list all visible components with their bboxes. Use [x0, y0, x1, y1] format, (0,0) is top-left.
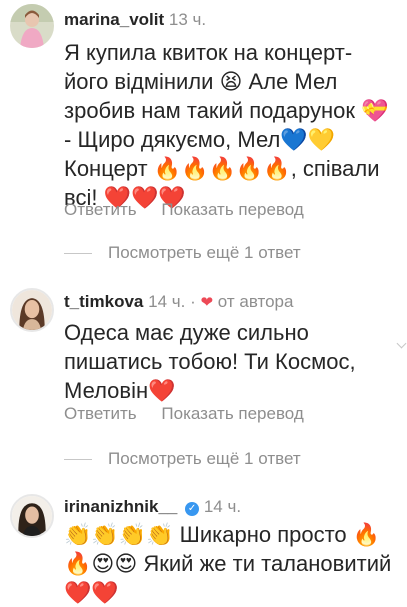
avatar[interactable] — [10, 494, 54, 538]
username[interactable]: t_timkova — [64, 292, 143, 311]
username[interactable]: irinanizhnik__ — [64, 497, 177, 516]
replies-divider — [64, 252, 92, 254]
avatar-photo-icon — [12, 496, 52, 536]
author-liked-label: от автора — [217, 292, 294, 311]
avatar-photo-icon — [10, 4, 54, 48]
comment-text: Одеса має дуже сильно пишатись тобою! Ти… — [64, 320, 356, 403]
comment-actions: Ответить Показать перевод — [64, 200, 324, 220]
timestamp: 14 ч. — [203, 497, 242, 516]
translate-button[interactable]: Показать перевод — [161, 404, 303, 423]
comment-header: irinanizhnik__ ✓ 14 ч. — [64, 497, 241, 517]
comment-header: t_timkova 14 ч. · ❤ от автора — [64, 292, 293, 313]
username[interactable]: marina_volit — [64, 10, 164, 29]
timestamp: 14 ч. — [148, 292, 186, 311]
timestamp: 13 ч. — [168, 10, 207, 29]
view-replies-label: Посмотреть ещё 1 ответ — [108, 243, 301, 262]
comment-actions: Ответить Показать перевод — [64, 404, 324, 424]
view-replies-label: Посмотреть ещё 1 ответ — [108, 449, 301, 468]
separator-dot: · — [190, 292, 196, 311]
verified-badge-icon: ✓ — [185, 502, 200, 516]
reply-button[interactable]: Ответить — [64, 404, 137, 423]
comment-text: Я купила квиток на концерт- його відміни… — [64, 40, 389, 210]
avatar-photo-icon — [12, 290, 52, 330]
chevron-icon — [396, 338, 407, 349]
replies-divider — [64, 458, 92, 460]
comment-text: 👏👏👏👏 Шикарно просто 🔥🔥😍😍 Який же ти тала… — [64, 522, 392, 605]
comment-header: marina_volit 13 ч. — [64, 10, 206, 30]
heart-icon: ❤ — [200, 294, 214, 311]
avatar[interactable] — [10, 288, 54, 332]
reply-button[interactable]: Ответить — [64, 200, 137, 219]
avatar[interactable] — [10, 4, 54, 48]
view-replies-button[interactable]: Посмотреть ещё 1 ответ — [64, 449, 301, 469]
view-replies-button[interactable]: Посмотреть ещё 1 ответ — [64, 243, 301, 263]
translate-button[interactable]: Показать перевод — [161, 200, 303, 219]
